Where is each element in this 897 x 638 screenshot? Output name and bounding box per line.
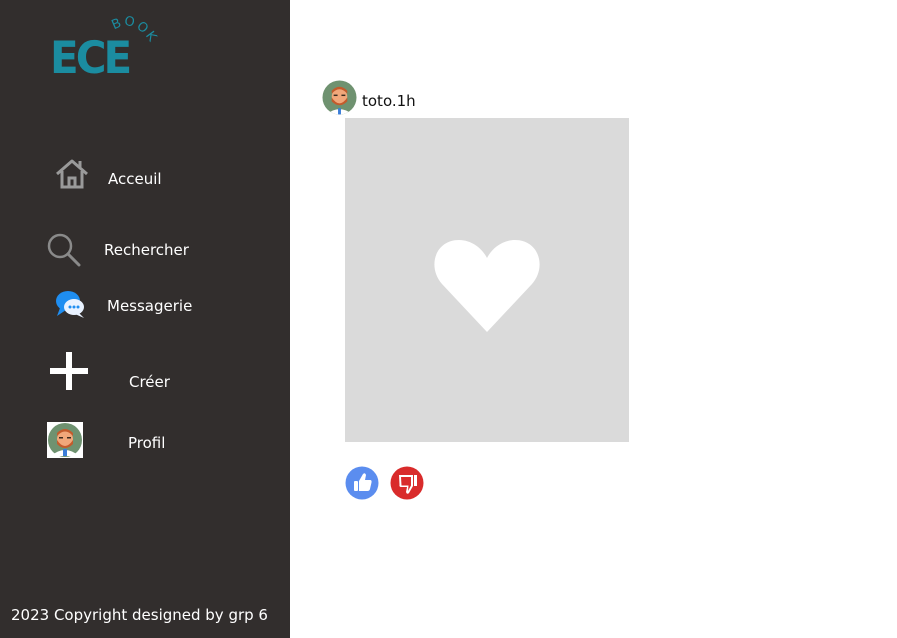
logo-sup-text: BOOK [109,16,160,46]
nav-item-profil[interactable]: Profil [47,422,177,458]
nav-item-messagerie[interactable]: Messagerie [54,288,204,324]
nav-label-messagerie: Messagerie [107,297,193,315]
like-button[interactable] [345,466,379,500]
footer-copyright: 2023 Copyright designed by grp 6 [11,606,268,624]
chat-bubble-icon [56,291,84,318]
svg-text:BOOK: BOOK [109,16,160,46]
nav-label-profil: Profil [128,434,166,452]
logo-sup-textpath: BOOK [109,16,158,46]
post-image[interactable] [345,118,629,442]
nav-label-creer: Créer [129,373,170,391]
heart-icon [434,240,540,332]
nav-label-acceuil: Acceuil [108,170,162,188]
dislike-button[interactable] [390,466,424,500]
plus-icon [50,352,88,390]
avatar-icon [47,422,83,458]
post-author-avatar-icon[interactable] [322,80,357,115]
home-icon [56,159,88,189]
nav-item-creer[interactable]: Créer [48,350,178,392]
nav-item-acceuil[interactable]: Acceuil [52,155,172,195]
nav-item-rechercher[interactable]: Rechercher [46,230,196,270]
post-author-name[interactable]: toto.1h [362,92,416,110]
search-icon [47,233,81,267]
sidebar: ECE BOOK Acceuil Rechercher Messagerie C… [0,0,290,638]
ecebook-logo[interactable]: ECE BOOK [48,16,168,86]
nav-label-rechercher: Rechercher [104,241,189,259]
